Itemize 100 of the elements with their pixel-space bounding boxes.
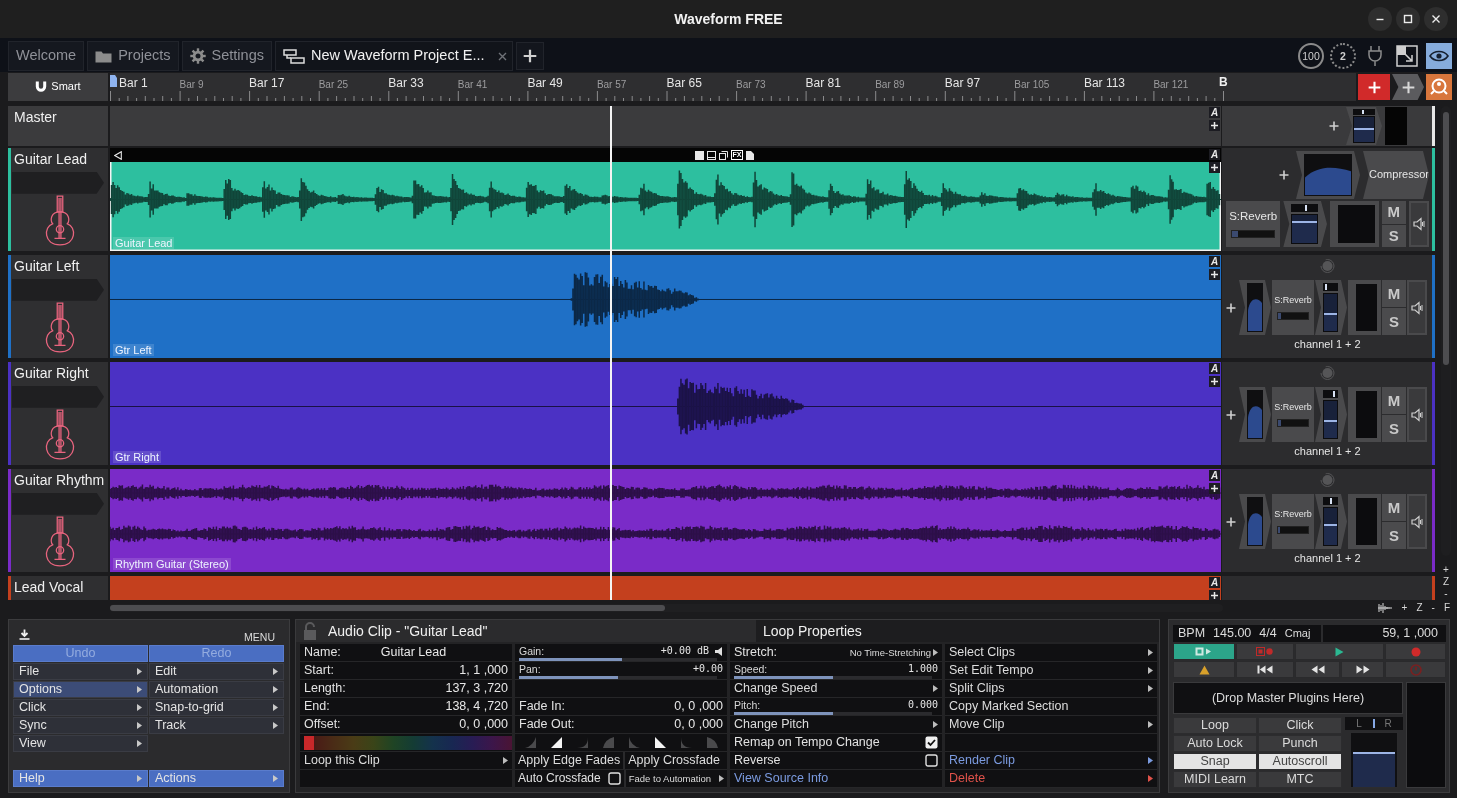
ring-button[interactable] — [1426, 74, 1452, 100]
solo-button[interactable]: S — [1382, 308, 1406, 335]
output-button[interactable] — [1407, 280, 1427, 335]
dropdown[interactable]: No Time-Stretching — [849, 646, 938, 659]
menu-item[interactable]: Render Clip — [945, 752, 1157, 770]
color-palette[interactable] — [314, 735, 512, 750]
close-button[interactable] — [1424, 7, 1448, 31]
balance-display[interactable]: L R — [1345, 717, 1403, 730]
tab[interactable]: Projects — [87, 41, 179, 71]
slider-track[interactable] — [734, 676, 932, 679]
send-tile[interactable]: S:Reverb — [1226, 201, 1281, 247]
view-toggle[interactable] — [1426, 43, 1452, 69]
zoom-control[interactable]: + — [1443, 564, 1449, 576]
menu-item[interactable]: Change Pitch — [730, 716, 942, 734]
channel-fader[interactable] — [1315, 494, 1347, 549]
transport-button[interactable] — [1173, 661, 1235, 678]
scrollbar-thumb[interactable] — [110, 605, 665, 611]
track-header[interactable]: Guitar Right — [8, 362, 108, 465]
eq-plugin-thumbnail[interactable] — [1239, 280, 1271, 335]
transport-button[interactable] — [1173, 643, 1235, 660]
send-level-track[interactable] — [1231, 229, 1276, 238]
toggle-button[interactable]: MTC — [1258, 771, 1342, 788]
zoom-control[interactable]: Z — [1442, 576, 1450, 588]
add-button[interactable] — [1392, 74, 1424, 100]
track-header[interactable]: Guitar Rhythm — [8, 469, 108, 572]
channel-fader[interactable] — [1346, 107, 1382, 145]
track-header[interactable]: Lead Vocal — [8, 576, 108, 600]
send-level-track[interactable] — [1277, 525, 1309, 534]
menu-button[interactable]: Help — [13, 770, 148, 787]
channel-fader[interactable] — [1315, 280, 1347, 335]
menu-button[interactable]: Options — [13, 681, 148, 698]
slider-track[interactable] — [734, 712, 932, 715]
add-plugin-icon[interactable] — [1279, 170, 1289, 180]
output-button[interactable] — [1409, 201, 1429, 247]
add-icon[interactable] — [1209, 162, 1220, 173]
mute-button[interactable]: M — [1381, 201, 1407, 224]
menu-item[interactable]: Apply Edge Fades — [515, 752, 624, 769]
send-tile[interactable]: S:Reverb — [1272, 387, 1314, 442]
audio-clip[interactable]: Rhythm Guitar (Stereo) A — [110, 469, 1221, 572]
add-icon[interactable] — [1209, 483, 1220, 494]
zoom-control[interactable]: Z — [1416, 602, 1423, 614]
solo-button[interactable]: S — [1382, 522, 1406, 549]
solo-button[interactable]: S — [1381, 224, 1407, 247]
slider-track[interactable] — [519, 658, 717, 661]
resize-button[interactable] — [1394, 43, 1420, 69]
track-header[interactable]: Master — [8, 106, 108, 146]
letter-button[interactable]: A — [1209, 149, 1220, 160]
menu-button[interactable]: File — [13, 663, 148, 680]
menu-item[interactable]: Copy Marked Section — [945, 698, 1157, 716]
menu-item[interactable]: Set Edit Tempo — [945, 662, 1157, 680]
add-icon[interactable] — [1209, 120, 1220, 131]
menu-item[interactable]: Delete — [945, 770, 1157, 788]
menu-button[interactable]: Actions — [149, 770, 284, 787]
eq-plugin-thumbnail[interactable] — [1296, 151, 1360, 199]
solo-button[interactable]: S — [1382, 415, 1406, 442]
transport-button[interactable] — [1236, 661, 1294, 678]
add-plugin-icon[interactable] — [1226, 302, 1236, 313]
letter-button[interactable]: A — [1209, 107, 1220, 118]
menu-item[interactable]: Split Clips — [945, 680, 1157, 698]
scrollbar-thumb[interactable] — [1443, 112, 1449, 365]
audio-clip[interactable]: Gtr Left A — [110, 255, 1221, 358]
letter-button[interactable]: A — [1209, 363, 1220, 374]
plugin-tile[interactable]: Compressor — [1363, 151, 1429, 199]
toggle-button[interactable]: Click — [1258, 717, 1342, 734]
menu-button[interactable]: Track — [149, 717, 284, 734]
square-icon[interactable] — [694, 150, 704, 160]
link[interactable]: View Source Info — [730, 770, 942, 788]
audio-clip[interactable]: Gtr Right A — [110, 362, 1221, 465]
menu-button[interactable]: Click — [13, 699, 148, 716]
loop-start-icon[interactable] — [114, 150, 122, 160]
window-icon[interactable] — [706, 150, 716, 160]
mute-button[interactable]: M — [1382, 494, 1406, 521]
transport-button[interactable] — [1295, 661, 1340, 678]
fade-shape-icon[interactable] — [653, 736, 667, 749]
transport-button[interactable] — [1341, 661, 1384, 678]
add-plugin-icon[interactable] — [1226, 409, 1236, 420]
speaker-icon[interactable] — [715, 646, 723, 656]
send-tile[interactable]: S:Reverb — [1272, 494, 1314, 549]
add-track-button[interactable] — [1358, 74, 1390, 100]
menu-item[interactable]: Fade to Automation — [623, 770, 727, 787]
menu-item[interactable]: Change Speed — [730, 680, 942, 698]
fade-shape-icon[interactable] — [549, 736, 563, 749]
menu-item[interactable]: Select Clips — [945, 644, 1157, 662]
channel-fader[interactable] — [1315, 387, 1347, 442]
maximize-button[interactable] — [1396, 7, 1420, 31]
tab[interactable]: New Waveform Project E... — [274, 41, 514, 71]
add-icon[interactable] — [1209, 590, 1220, 600]
menu-button[interactable]: Edit — [149, 663, 284, 680]
menu-item[interactable]: Loop this Clip — [300, 752, 512, 770]
playhead[interactable] — [609, 106, 612, 600]
send-tile[interactable]: S:Reverb — [1272, 280, 1314, 335]
send-level-track[interactable] — [1277, 418, 1309, 427]
eq-plugin-thumbnail[interactable] — [1239, 494, 1271, 549]
checkbox[interactable] — [925, 754, 938, 767]
toggle-button[interactable]: Autoscroll — [1258, 753, 1342, 770]
track-header[interactable]: Guitar Left — [8, 255, 108, 358]
toggle-button[interactable]: MIDI Learn — [1173, 771, 1257, 788]
plugin-drop-zone[interactable]: (Drop Master Plugins Here) — [1173, 682, 1403, 714]
eq-plugin-thumbnail[interactable] — [1239, 387, 1271, 442]
zoom-control[interactable]: - — [1444, 588, 1448, 600]
